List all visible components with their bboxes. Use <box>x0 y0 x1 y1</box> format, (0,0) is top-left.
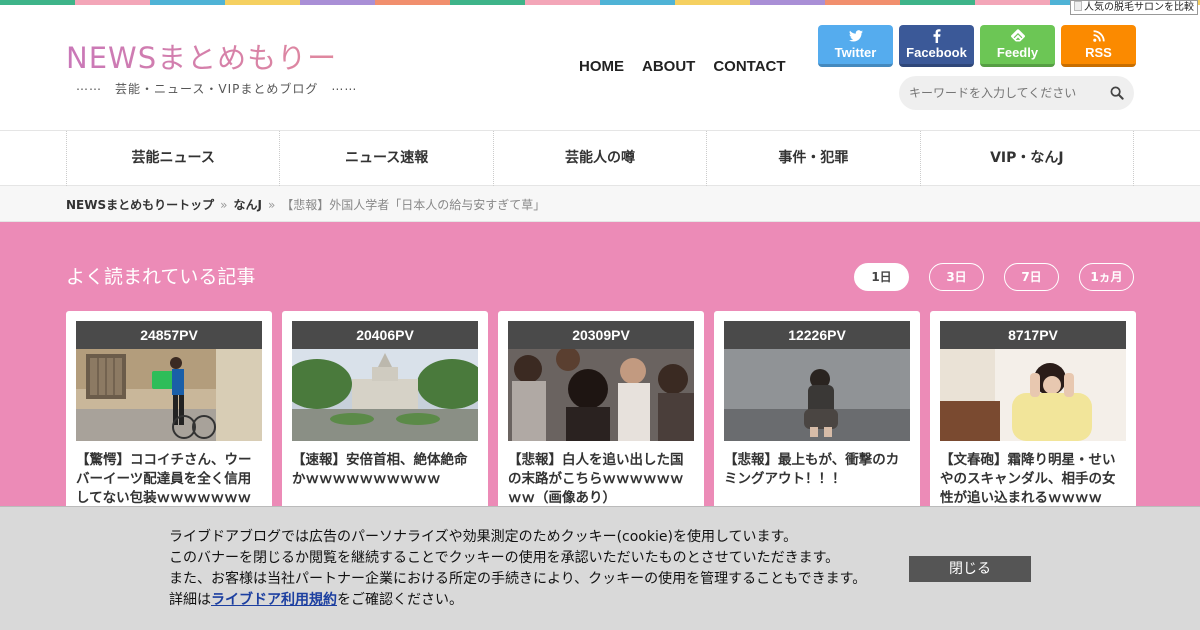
popular-title: よく読まれている記事 <box>66 266 256 288</box>
pageview-count: 20406PV <box>292 321 478 349</box>
pageview-count: 24857PV <box>76 321 262 349</box>
category-nav: 芸能ニュース ニュース速報 芸能人の噂 事件・犯罪 VIP・なんJ <box>0 130 1200 186</box>
breadcrumb-current: 【悲報】外国人学者「日本人の給与安すぎて草」 <box>281 198 546 212</box>
pageview-count: 20309PV <box>508 321 694 349</box>
site-header: NEWSまとめもりー ⋯⋯ 芸能・ニュース・VIPまとめブログ ⋯⋯ HOME … <box>0 5 1200 130</box>
rss-icon <box>1061 29 1136 45</box>
twitter-button[interactable]: Twitter <box>818 25 893 67</box>
category-news-sokuhou[interactable]: ニュース速報 <box>279 131 492 186</box>
cookie-banner: ライブドアブログでは広告のパーソナライズや効果測定のためクッキー(cookie)… <box>0 506 1200 630</box>
period-tab-7days[interactable]: 7日 <box>1004 263 1059 291</box>
period-tabs: 1日 3日 7日 1ヵ月 <box>854 263 1134 291</box>
category-geinou-news[interactable]: 芸能ニュース <box>66 131 279 186</box>
main-nav: HOME ABOUT CONTACT <box>579 58 786 75</box>
category-jiken-hanzai[interactable]: 事件・犯罪 <box>706 131 919 186</box>
nav-about-link[interactable]: ABOUT <box>642 58 695 75</box>
article-thumbnail-delivery-cyclist[interactable] <box>76 349 262 441</box>
feedly-icon <box>980 29 1055 45</box>
breadcrumb-separator: » <box>220 198 228 212</box>
cookie-line: ライブドアブログでは広告のパーソナライズや効果測定のためクッキー(cookie)… <box>169 529 798 545</box>
period-tab-1day[interactable]: 1日 <box>854 263 909 291</box>
article-card[interactable]: 8717PV 【文春砲】霜降り明星・せいやのスキャンダル、相手の女性が追い込まれ… <box>930 311 1136 511</box>
cookie-close-button[interactable]: 閉じる <box>909 556 1031 582</box>
breadcrumb-category-link[interactable]: なんJ <box>233 198 261 212</box>
twitter-icon <box>818 29 893 45</box>
article-card[interactable]: 20309PV 【悲報】白人を追い出した国の末路がこちらｗｗｗｗｗｗｗｗ（画像あ… <box>498 311 704 511</box>
article-thumbnail-sitting-woman[interactable] <box>724 349 910 441</box>
search-icon[interactable] <box>1110 85 1124 104</box>
article-thumbnail-diet-building[interactable] <box>292 349 478 441</box>
feedly-button[interactable]: Feedly <box>980 25 1055 67</box>
breadcrumb: NEWSまとめもりートップ » なんJ » 【悲報】外国人学者「日本人の給与安すぎて草」 <box>0 186 1200 222</box>
cookie-line: このバナーを閉じるか閲覧を継続することでクッキーの使用を承認いただいたものとさせ… <box>169 550 840 566</box>
article-card[interactable]: 24857PV 【驚愕】ココイチさん、ウーバーイーツ配達員を全く信用してない包装… <box>66 311 272 511</box>
breadcrumb-home-link[interactable]: NEWSまとめもりートップ <box>66 198 214 212</box>
site-tagline: ⋯⋯ 芸能・ニュース・VIPまとめブログ ⋯⋯ <box>76 82 358 96</box>
article-thumbnail-crowd[interactable] <box>508 349 694 441</box>
article-title[interactable]: 【速報】安倍首相、絶体絶命かｗｗｗｗｗｗｗｗｗｗ <box>292 451 478 489</box>
breadcrumb-separator: » <box>267 198 276 212</box>
category-vip-nanj[interactable]: VIP・なんJ <box>919 131 1135 186</box>
nav-home-link[interactable]: HOME <box>579 58 624 75</box>
article-card[interactable]: 12226PV 【悲報】最上もが、衝撃のカミングアウト！！！ <box>714 311 920 511</box>
pageview-count: 8717PV <box>940 321 1126 349</box>
terms-link[interactable]: ライブドア利用規約 <box>211 592 337 608</box>
nav-contact-link[interactable]: CONTACT <box>713 58 785 75</box>
facebook-icon <box>899 29 974 45</box>
pageview-count: 12226PV <box>724 321 910 349</box>
cookie-line: 詳細はライブドア利用規約をご確認ください。 <box>169 592 463 608</box>
search-box <box>899 76 1134 110</box>
article-title[interactable]: 【文春砲】霜降り明星・せいやのスキャンダル、相手の女性が追い込まれるｗｗｗｗ <box>940 451 1126 508</box>
article-cards: 24857PV 【驚愕】ココイチさん、ウーバーイーツ配達員を全く信用してない包装… <box>66 311 1136 511</box>
category-geinoujin-uwasa[interactable]: 芸能人の噂 <box>492 131 706 186</box>
rss-button[interactable]: RSS <box>1061 25 1136 67</box>
period-tab-1month[interactable]: 1ヵ月 <box>1079 263 1134 291</box>
article-title[interactable]: 【驚愕】ココイチさん、ウーバーイーツ配達員を全く信用してない包装ｗｗｗｗｗｗｗ <box>76 451 262 508</box>
search-input[interactable] <box>899 76 1094 110</box>
cookie-line: また、お客様は当社パートナー企業における所定の手続きにより、クッキーの使用を管理… <box>169 571 867 587</box>
site-logo[interactable]: NEWSまとめもりー <box>66 35 337 77</box>
facebook-button[interactable]: Facebook <box>899 25 974 67</box>
cookie-message: ライブドアブログでは広告のパーソナライズや効果測定のためクッキー(cookie)… <box>169 527 866 611</box>
article-title[interactable]: 【悲報】最上もが、衝撃のカミングアウト！！！ <box>724 451 910 489</box>
social-buttons: Twitter Facebook Feedly RSS <box>818 25 1136 67</box>
period-tab-3days[interactable]: 3日 <box>929 263 984 291</box>
article-thumbnail-distressed-woman[interactable] <box>940 349 1126 441</box>
article-title[interactable]: 【悲報】白人を追い出した国の末路がこちらｗｗｗｗｗｗｗｗ（画像あり） <box>508 451 694 508</box>
article-card[interactable]: 20406PV 【速報】安倍首相、絶体絶命かｗｗｗｗｗｗｗｗｗｗ <box>282 311 488 511</box>
